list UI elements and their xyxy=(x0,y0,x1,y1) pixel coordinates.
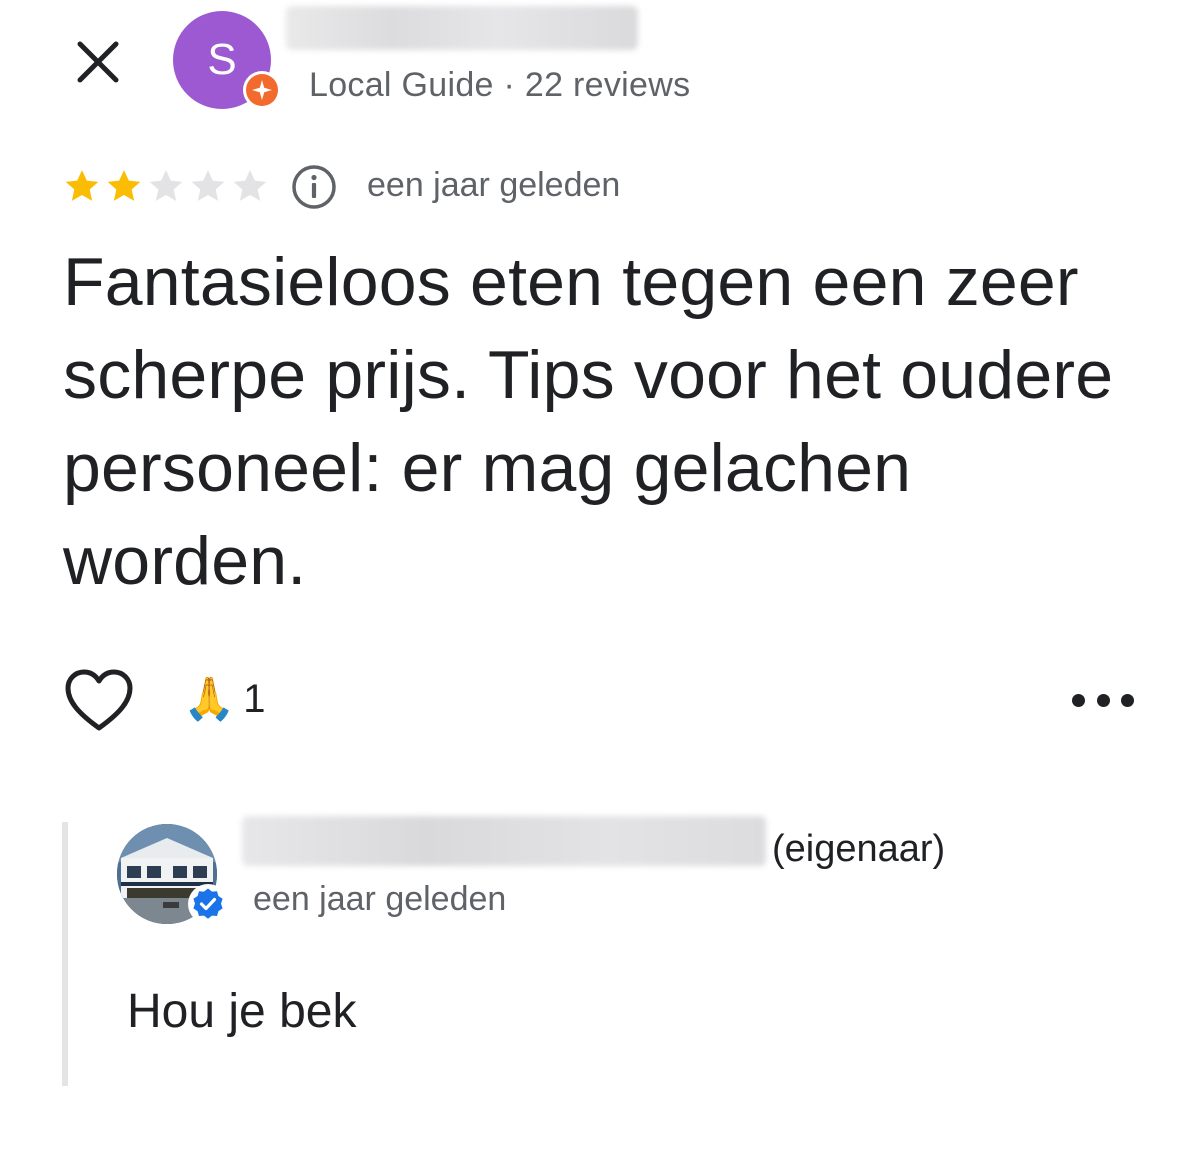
star-rating xyxy=(62,166,270,206)
reviewer-meta: Local Guide · 22 reviews xyxy=(309,66,691,104)
reply-text: Hou je bek xyxy=(127,985,357,1038)
close-button[interactable] xyxy=(66,30,130,94)
star-filled-icon xyxy=(107,170,141,201)
star-filled-icon xyxy=(65,170,99,201)
like-button[interactable] xyxy=(64,668,134,734)
reviewer-avatar-wrapper[interactable]: S xyxy=(173,11,283,111)
reaction-pray[interactable]: 🙏 1 xyxy=(183,674,266,724)
verified-check-icon xyxy=(193,888,223,919)
pray-emoji-icon: 🙏 xyxy=(183,675,236,722)
review-text: Fantasieloos eten tegen een zeer scherpe… xyxy=(63,244,1114,599)
local-guide-badge xyxy=(243,71,281,109)
verified-badge xyxy=(188,884,228,924)
reaction-count: 1 xyxy=(243,676,266,721)
star-empty-icon xyxy=(149,170,183,201)
reviewer-name-redacted xyxy=(286,6,638,50)
reply-border xyxy=(62,822,68,1086)
owner-name-redacted xyxy=(242,816,766,866)
local-guide-star-icon xyxy=(252,80,272,100)
more-options-button[interactable] xyxy=(1072,682,1134,718)
star-empty-icon xyxy=(191,170,225,201)
reply-time: een jaar geleden xyxy=(253,880,507,918)
star-empty-icon xyxy=(233,170,267,201)
reviewer-initial: S xyxy=(207,35,237,84)
heart-outline-icon xyxy=(65,669,133,731)
review-time: een jaar geleden xyxy=(367,166,621,204)
more-dots-icon xyxy=(1072,693,1085,707)
owner-role: (eigenaar) xyxy=(772,828,946,870)
close-icon xyxy=(77,41,119,83)
rating-info-button[interactable] xyxy=(290,163,338,211)
info-icon xyxy=(292,165,336,209)
